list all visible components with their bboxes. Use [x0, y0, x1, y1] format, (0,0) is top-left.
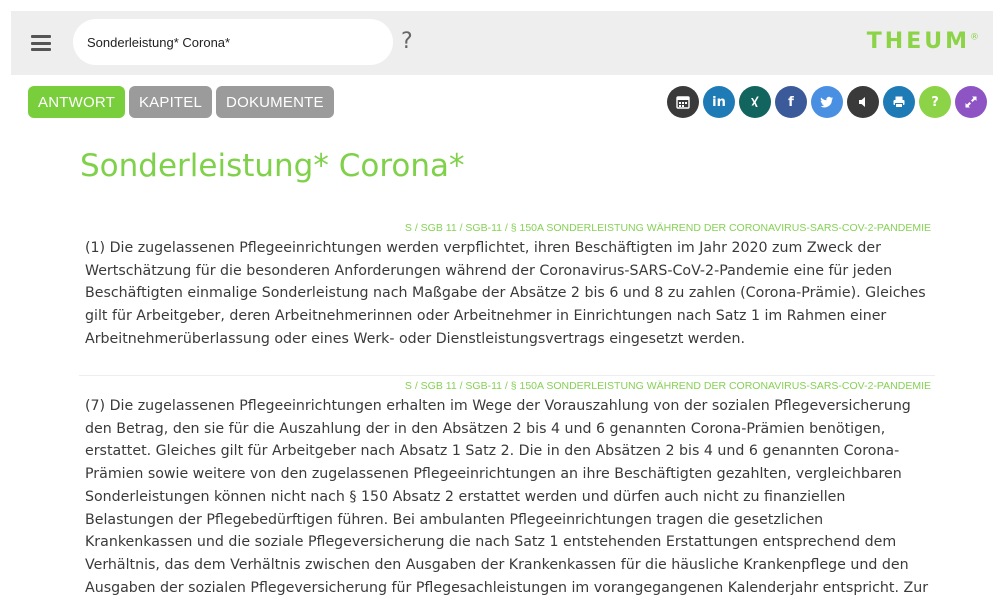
twitter-icon — [820, 96, 833, 108]
top-bar: Sonderleistung* Corona* ? THEUM® — [11, 11, 993, 75]
print-button[interactable] — [883, 86, 915, 118]
article-source-link[interactable]: S / SGB 11 / SGB-11 / § 150A SONDERLEIST… — [79, 380, 935, 392]
tab-kapitel[interactable]: KAPITEL — [128, 86, 213, 118]
help-icon: ? — [931, 94, 939, 110]
speaker-button[interactable] — [847, 86, 879, 118]
linkedin-button[interactable]: in — [703, 86, 735, 118]
speaker-icon — [859, 97, 865, 107]
help-button[interactable]: ? — [401, 29, 413, 54]
help-circle-button[interactable]: ? — [919, 86, 951, 118]
twitter-button[interactable] — [811, 86, 843, 118]
menu-icon[interactable] — [31, 35, 51, 51]
calendar-icon — [676, 96, 690, 109]
share-toolbar: in f ? — [667, 86, 987, 118]
search-input[interactable]: Sonderleistung* Corona* — [73, 19, 393, 65]
logo: THEUM® — [867, 29, 979, 54]
linkedin-icon: in — [712, 94, 726, 110]
result-article: S / SGB 11 / SGB-11 / § 150A SONDERLEIST… — [79, 222, 935, 351]
xing-icon — [751, 96, 759, 107]
tab-dokumente[interactable]: DOKUMENTE — [216, 86, 334, 118]
article-source-link[interactable]: S / SGB 11 / SGB-11 / § 150A SONDERLEIST… — [79, 222, 935, 234]
article-text: (7) Die zugelassenen Pflegeeinrichtungen… — [85, 398, 929, 596]
print-icon — [893, 96, 905, 108]
result-tabs: ANTWORT KAPITEL DOKUMENTE — [28, 86, 334, 118]
page-title: Sonderleistung* Corona* — [80, 148, 465, 184]
logo-text: THEUM — [866, 29, 970, 54]
calendar-button[interactable] — [667, 86, 699, 118]
facebook-button[interactable]: f — [775, 86, 807, 118]
xing-button[interactable] — [739, 86, 771, 118]
fullscreen-icon — [965, 96, 977, 108]
logo-mark: ® — [970, 32, 979, 43]
fullscreen-button[interactable] — [955, 86, 987, 118]
result-article: S / SGB 11 / SGB-11 / § 150A SONDERLEIST… — [79, 375, 935, 596]
tab-antwort[interactable]: ANTWORT — [28, 86, 125, 118]
facebook-icon: f — [788, 94, 794, 110]
article-text: (1) Die zugelassenen Pflegeeinrichtungen… — [85, 240, 926, 347]
